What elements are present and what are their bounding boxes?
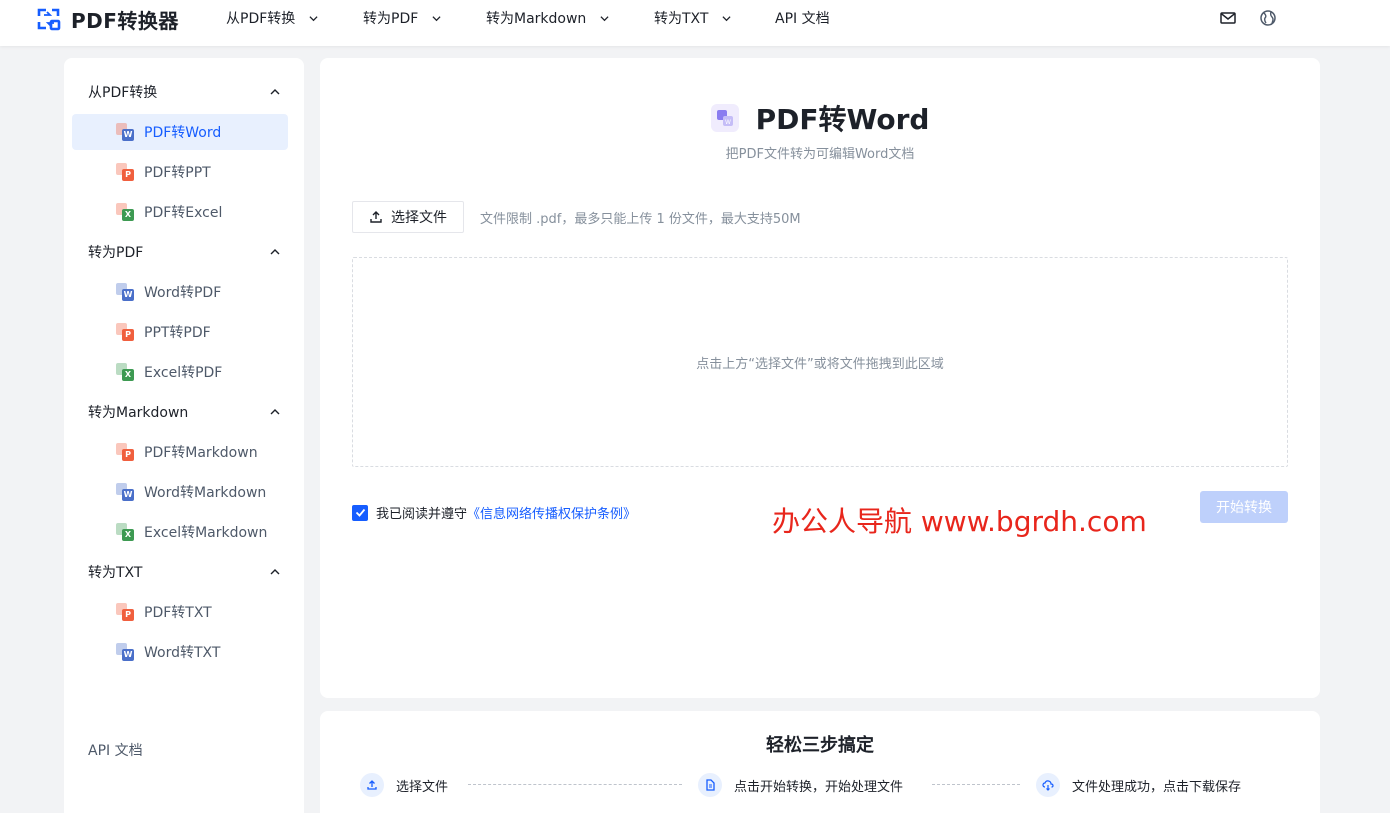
sidebar-item-excel-to-pdf[interactable]: X Excel转PDF [72,354,288,390]
select-file-button[interactable]: 选择文件 [352,201,464,233]
sidebar-group-to-pdf[interactable]: 转为PDF [88,240,280,264]
agreement-link[interactable]: 《信息网络传播权保护条例》 [467,503,636,522]
group-label: 转为TXT [88,565,143,581]
chevron-down-icon [600,15,609,21]
sidebar-item-pdf-to-txt[interactable]: P PDF转TXT [72,594,288,630]
start-convert-button[interactable]: 开始转换 [1200,491,1288,523]
file-drop-zone[interactable]: 点击上方“选择文件”或将文件拖拽到此区域 [352,257,1288,467]
pdf-to-word-icon: W [116,123,136,143]
nav-from-pdf[interactable]: 从PDF转换 [226,0,318,36]
nav-label: API 文档 [775,11,830,27]
chevron-up-icon [270,89,280,95]
sidebar-item-label: PDF转Word [144,125,222,141]
step-label: 选择文件 [396,779,449,795]
document-icon [698,773,722,797]
chevron-down-icon [309,15,318,21]
pdf-to-excel-icon: X [116,203,136,223]
globe-icon[interactable] [1259,9,1277,27]
steps-title: 轻松三步搞定 [766,735,874,756]
watermark-text: 办公人导航 www.bgrdh.com [772,505,1147,538]
sidebar-item-label: Word转TXT [144,645,221,661]
sidebar-api-docs-link[interactable]: API 文档 [88,740,143,760]
pdf-to-word-icon: W [710,104,739,132]
sidebar-item-excel-to-markdown[interactable]: X Excel转Markdown [72,514,288,550]
steps-panel: 轻松三步搞定 选择文件 点击开始转换，开始处理文件 文件处理成功，点击下载保存 [320,711,1320,813]
step-connector [468,784,682,785]
step-connector [932,784,1020,785]
pdf-to-markdown-icon: P [116,443,136,463]
excel-to-pdf-icon: X [116,363,136,383]
sidebar-item-pdf-to-excel[interactable]: X PDF转Excel [72,194,288,230]
pdf-to-ppt-icon: P [116,163,136,183]
logo[interactable]: PDF转换器 [36,6,179,33]
sidebar-item-ppt-to-pdf[interactable]: P PPT转PDF [72,314,288,350]
sidebar-item-word-to-pdf[interactable]: W Word转PDF [72,274,288,310]
agreement-checkbox[interactable] [352,504,368,521]
sidebar-item-word-to-txt[interactable]: W Word转TXT [72,634,288,670]
sidebar-item-pdf-to-word[interactable]: W PDF转Word [72,114,288,150]
ppt-to-pdf-icon: P [116,323,136,343]
sidebar-item-label: PDF转Markdown [144,445,258,461]
nav-label: 转为Markdown [486,11,587,27]
file-limit-hint: 文件限制 .pdf，最多只能上传 1 份文件，最大支持50M [480,212,801,227]
agreement-row: 我已阅读并遵守 《信息网络传播权保护条例》 [352,503,636,522]
sidebar-item-label: PDF转Excel [144,205,223,221]
group-label: 转为Markdown [88,405,189,421]
drop-zone-hint: 点击上方“选择文件”或将文件拖拽到此区域 [696,356,944,372]
app-name: PDF转换器 [71,8,179,33]
chevron-up-icon [270,409,280,415]
upload-icon [370,211,382,223]
page-title: PDF转Word [755,103,930,136]
nav-to-markdown[interactable]: 转为Markdown [486,0,609,36]
word-to-pdf-icon: W [116,283,136,303]
cloud-download-icon [1036,773,1060,797]
step-select-file: 选择文件 [360,773,448,797]
group-label: 转为PDF [88,245,144,261]
nav-label: 从PDF转换 [226,11,296,27]
sidebar-item-pdf-to-ppt[interactable]: P PDF转PPT [72,154,288,190]
sidebar-item-label: PDF转TXT [144,605,212,621]
sidebar: 从PDF转换 W PDF转Word P PDF转PPT X PDF转Excel … [64,58,304,813]
app-logo-icon [37,8,61,31]
sidebar-item-word-to-markdown[interactable]: W Word转Markdown [72,474,288,510]
svg-text:W: W [725,119,731,126]
upload-icon [360,773,384,797]
sidebar-item-label: PPT转PDF [144,325,211,341]
page-subtitle: 把PDF文件转为可编辑Word文档 [725,147,915,162]
step-label: 文件处理成功，点击下载保存 [1072,779,1242,795]
sidebar-item-label: Excel转PDF [144,365,223,381]
sidebar-item-label: Word转Markdown [144,485,267,501]
sidebar-group-to-markdown[interactable]: 转为Markdown [88,400,280,424]
chevron-up-icon [270,569,280,575]
select-file-label: 选择文件 [391,210,447,226]
nav-api-docs[interactable]: API 文档 [775,0,830,36]
nav-to-pdf[interactable]: 转为PDF [363,0,441,36]
page-header: W PDF转Word [320,98,1320,138]
sidebar-group-from-pdf[interactable]: 从PDF转换 [88,80,280,104]
pdf-to-txt-icon: P [116,603,136,623]
nav-to-txt[interactable]: 转为TXT [654,0,731,36]
sidebar-group-to-txt[interactable]: 转为TXT [88,560,280,584]
checkmark-icon [355,508,365,517]
sidebar-item-label: Word转PDF [144,285,222,301]
mail-icon[interactable] [1219,9,1237,27]
word-to-txt-icon: W [116,643,136,663]
group-label: 从PDF转换 [88,85,158,101]
excel-to-markdown-icon: X [116,523,136,543]
word-to-markdown-icon: W [116,483,136,503]
chevron-down-icon [722,15,731,21]
chevron-down-icon [432,15,441,21]
agreement-text: 我已阅读并遵守 [376,507,468,522]
nav-label: 转为PDF [363,11,419,27]
converter-panel: W PDF转Word 把PDF文件转为可编辑Word文档 选择文件 文件限制 .… [320,58,1320,698]
step-start-convert: 点击开始转换，开始处理文件 [698,773,903,797]
step-label: 点击开始转换，开始处理文件 [734,779,904,795]
sidebar-item-label: Excel转Markdown [144,525,268,541]
chevron-up-icon [270,249,280,255]
top-navigation-bar: PDF转换器 从PDF转换 转为PDF 转为Markdown 转为TXT API… [0,0,1390,46]
sidebar-item-pdf-to-markdown[interactable]: P PDF转Markdown [72,434,288,470]
sidebar-item-label: PDF转PPT [144,165,211,181]
nav-label: 转为TXT [654,11,709,27]
step-download: 文件处理成功，点击下载保存 [1036,773,1241,797]
